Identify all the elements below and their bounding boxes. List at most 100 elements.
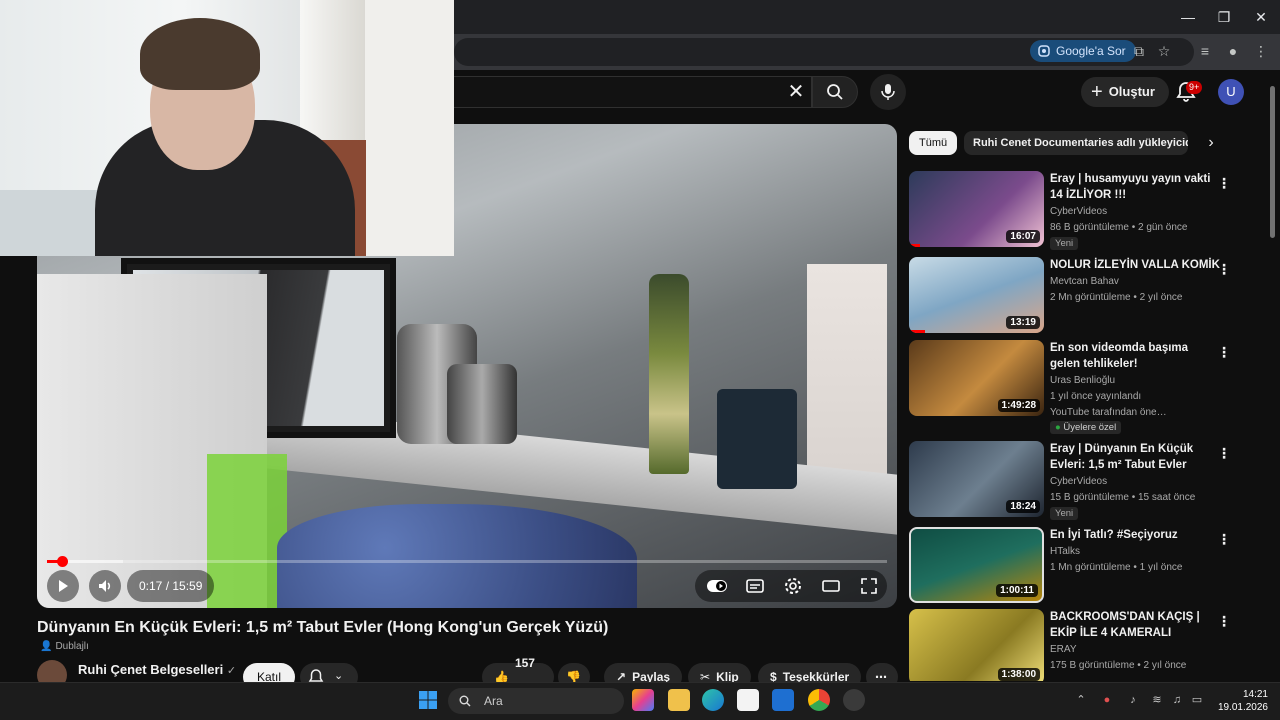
play-button[interactable] [47, 570, 79, 602]
more-vertical-icon[interactable]: ⋮ [1217, 259, 1231, 279]
channel-name: Uras Benlioğlu [1050, 375, 1116, 386]
more-vertical-icon[interactable]: ⋮ [1217, 173, 1231, 193]
more-vertical-icon[interactable]: ⋮ [1217, 342, 1231, 362]
thumbnail: 1:38:00 [909, 609, 1044, 681]
microphone-tray-icon[interactable]: ♪ [1126, 693, 1140, 707]
webcam-overlay [0, 0, 454, 256]
progress-bar[interactable] [47, 560, 887, 563]
file-explorer-icon[interactable] [668, 689, 690, 711]
create-button[interactable]: + Oluştur [1081, 77, 1169, 107]
chip-channel[interactable]: Ruhi Cenet Documentaries adlı yükleyicid… [964, 131, 1188, 155]
recommendation-item[interactable]: 16:07 Eray | husamyuyu yayın vakti 14 İZ… [909, 171, 1259, 250]
notification-count-badge: 9+ [1186, 81, 1203, 94]
members-only-badge: ● Üyelere özel [1050, 421, 1122, 434]
install-app-icon[interactable]: ⧉ [1128, 40, 1150, 62]
taskbar-clock[interactable]: 14:21 19.01.2026 [1216, 688, 1268, 714]
video-title: Eray | Dünyanın En Küçük Evleri: 1,5 m² … [1050, 443, 1194, 471]
recommendation-item[interactable]: 13:19 NOLUR İZLEYİN VALLA KOMİK Mevtcan … [909, 257, 1259, 335]
new-badge: Yeni [1050, 237, 1079, 250]
video-meta: 1 Mn görüntüleme • 1 yıl önce [1050, 562, 1183, 573]
voice-search-button[interactable] [870, 74, 906, 110]
microsoft-store-icon[interactable] [737, 689, 759, 711]
player-right-controls [695, 570, 887, 602]
chevron-up-icon[interactable]: ⌃ [1074, 693, 1088, 707]
video-meta: 2 Mn görüntüleme • 2 yıl önce [1050, 292, 1183, 303]
speaker-icon[interactable]: ♫ [1170, 693, 1184, 707]
video-meta: 175 B görüntüleme • 2 yıl önce [1050, 660, 1187, 671]
edge-browser-icon[interactable] [702, 689, 724, 711]
antivirus-tray-icon[interactable]: ● [1100, 693, 1114, 707]
video-title: En İyi Tatlı? #Seçiyoruz [1050, 529, 1178, 541]
autoplay-toggle-icon[interactable] [707, 576, 727, 596]
windows-start-icon[interactable] [418, 690, 438, 710]
channel-name: Mevtcan Bahav [1050, 276, 1119, 287]
play-icon [59, 580, 68, 592]
dubbed-text: Dublajlı [55, 641, 89, 652]
chrome-browser-icon[interactable] [808, 689, 830, 711]
wifi-icon[interactable]: ≋ [1150, 693, 1164, 707]
minimize-button[interactable]: — [1174, 6, 1202, 28]
channel-name[interactable]: Ruhi Çenet Belgeselleri ✓ [78, 662, 236, 677]
members-only-text: Üyelere özel [1063, 422, 1117, 433]
user-avatar[interactable]: U [1218, 79, 1244, 105]
duration-badge: 16:07 [1006, 230, 1040, 243]
video-frame-jar [717, 389, 797, 489]
taskbar-search-placeholder: Ara [484, 694, 503, 708]
chevron-right-icon[interactable]: › [1200, 132, 1222, 154]
duration-badge: 1:49:28 [997, 399, 1040, 412]
webcam-person-hair [140, 18, 260, 90]
recommendation-item[interactable]: 1:00:11 En İyi Tatlı? #Seçiyoruz HTalks … [909, 527, 1259, 605]
video-title: Eray | husamyuyu yayın vakti 14 İZLİYOR … [1050, 173, 1211, 201]
more-vertical-icon[interactable]: ⋮ [1217, 443, 1231, 463]
theater-mode-icon[interactable] [821, 576, 841, 596]
bookmark-star-icon[interactable]: ☆ [1153, 40, 1175, 62]
recorder-app-icon[interactable] [843, 689, 865, 711]
search-input[interactable] [454, 76, 812, 108]
channel-name: CyberVideos [1050, 206, 1108, 217]
close-window-button[interactable]: ✕ [1247, 6, 1275, 28]
search-icon [459, 695, 471, 707]
video-frame-blanket [277, 504, 637, 608]
clear-search-icon[interactable]: ✕ [784, 80, 808, 104]
create-label: Oluştur [1108, 84, 1155, 99]
copilot-app-icon[interactable] [632, 689, 654, 711]
recommendation-item[interactable]: 18:24 Eray | Dünyanın En Küçük Evleri: 1… [909, 441, 1259, 520]
channel-name: ERAY [1050, 644, 1077, 655]
watched-progress [909, 330, 926, 333]
volume-button[interactable] [89, 570, 121, 602]
thumbnail: 1:00:11 [909, 527, 1044, 603]
battery-icon[interactable]: ▭ [1190, 693, 1204, 707]
microphone-icon [881, 84, 895, 100]
video-title: En son videomda başıma gelen tehlikeler! [1050, 342, 1189, 370]
duration-badge: 1:38:00 [997, 668, 1040, 681]
more-vertical-icon[interactable]: ⋮ [1217, 529, 1231, 549]
recommendation-item[interactable]: 1:49:28 En son videomda başıma gelen teh… [909, 340, 1259, 436]
settings-gear-icon[interactable] [783, 576, 803, 596]
ask-google-button[interactable]: Google'a Sor [1030, 40, 1136, 62]
channel-name: HTalks [1050, 546, 1081, 557]
reading-list-icon[interactable]: ≡ [1194, 40, 1216, 62]
thumbnail: 18:24 [909, 441, 1044, 517]
maximize-button[interactable]: ❐ [1210, 6, 1238, 28]
more-vertical-icon[interactable]: ⋮ [1217, 611, 1231, 631]
video-meta: 86 B görüntüleme • 2 gün önce [1050, 222, 1188, 233]
chip-all[interactable]: Tümü [909, 131, 958, 155]
video-frame-green-bag [207, 454, 287, 608]
subtitles-icon[interactable] [745, 576, 765, 596]
volume-icon [99, 580, 111, 592]
fullscreen-icon[interactable] [859, 576, 879, 596]
channel-name: CyberVideos [1050, 476, 1108, 487]
thumbnail: 1:49:28 [909, 340, 1044, 416]
recommendation-item[interactable]: 1:38:00 BACKROOMS'DAN KAÇIŞ | EKİP İLE 4… [909, 609, 1259, 681]
thumbnail: 16:07 [909, 171, 1044, 247]
verified-icon: ✓ [226, 665, 237, 677]
outlook-icon[interactable] [772, 689, 794, 711]
duration-badge: 18:24 [1006, 500, 1040, 513]
scrollbar-thumb[interactable] [1270, 86, 1275, 238]
search-button[interactable] [812, 76, 858, 108]
taskbar-search[interactable]: Ara [448, 688, 624, 714]
watched-progress [909, 244, 920, 247]
profile-icon[interactable]: ● [1222, 40, 1244, 62]
browser-menu-icon[interactable]: ⋮ [1250, 40, 1272, 62]
video-meta: 1 yıl önce yayınlandı [1050, 391, 1142, 402]
